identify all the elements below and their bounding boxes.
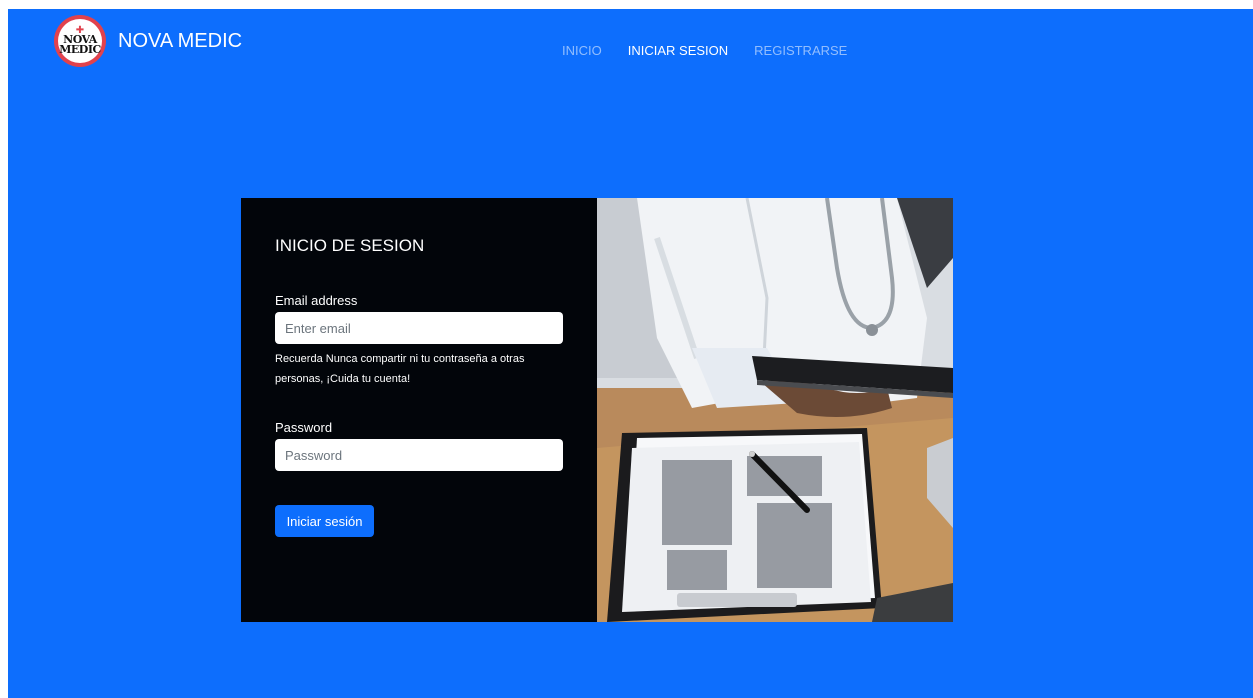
doctor-photo — [597, 198, 953, 622]
brand-name: NOVA MEDIC — [118, 29, 243, 52]
email-help-text: Recuerda Nunca compartir ni tu contraseñ… — [275, 353, 525, 385]
email-label: Email address — [275, 293, 358, 308]
brand-link[interactable]: ✚ NOVA MEDIC NOVA MEDIC — [54, 15, 242, 67]
main-nav: INICIO INICIAR SESION REGISTRARSE — [562, 43, 847, 58]
nav-item-inicio[interactable]: INICIO — [562, 43, 602, 58]
nav-item-registrarse[interactable]: REGISTRARSE — [754, 43, 847, 58]
form-title: INICIO DE SESION — [275, 236, 425, 255]
nova-medic-logo: ✚ NOVA MEDIC — [54, 15, 106, 67]
nav-item-iniciar-sesion[interactable]: INICIAR SESION — [628, 43, 728, 58]
login-button[interactable]: Iniciar sesión — [275, 505, 374, 537]
page-background: ✚ NOVA MEDIC NOVA MEDIC INICIO INICIAR S… — [8, 9, 1253, 698]
email-input[interactable] — [275, 312, 563, 344]
login-form: INICIO DE SESION Email address Recuerda … — [241, 198, 597, 622]
login-card: INICIO DE SESION Email address Recuerda … — [241, 198, 953, 622]
password-input[interactable] — [275, 439, 563, 471]
password-label: Password — [275, 420, 333, 435]
